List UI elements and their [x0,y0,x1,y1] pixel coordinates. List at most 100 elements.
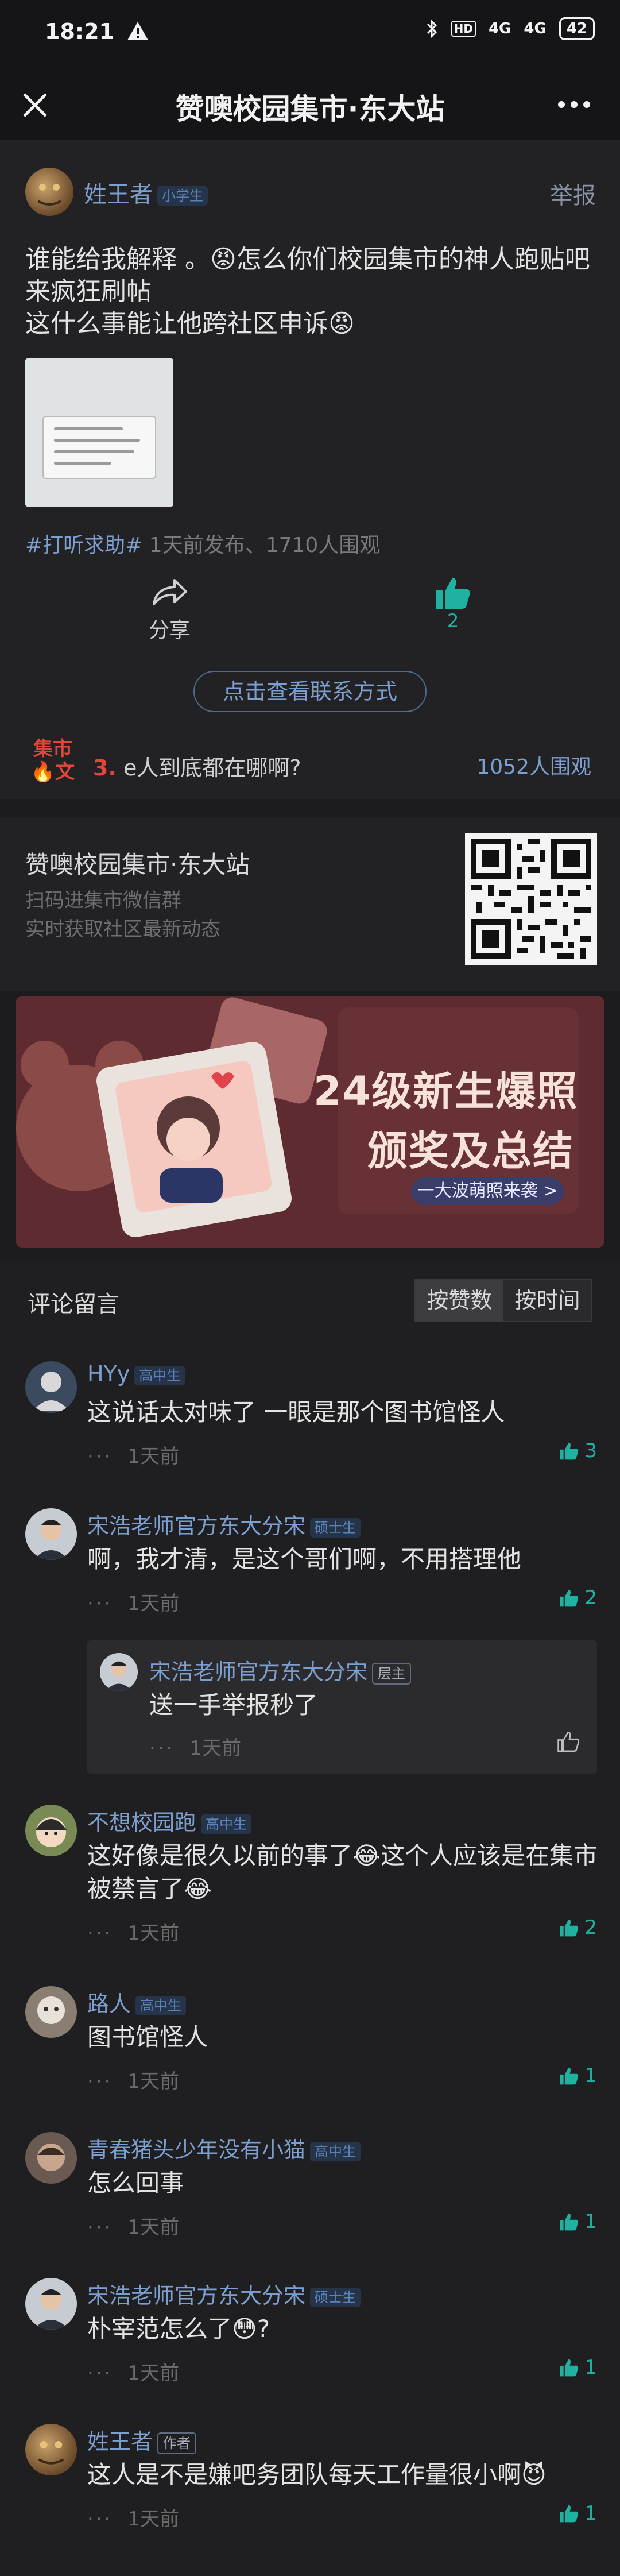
avatar[interactable] [25,1508,77,1560]
more-dots-icon[interactable]: ··· [87,2508,113,2531]
more-dots-icon[interactable]: ··· [149,1737,175,1760]
more-icon[interactable] [558,101,590,108]
comments-section: 评论留言 按赞数 按时间 HYy 高中生 这说话太对味了 一眼是那个图书馆怪人 ·… [0,1261,620,2576]
share-icon [153,579,187,605]
qr-code[interactable] [465,833,597,965]
qr-pattern [471,839,591,959]
banner-line-2: 颁奖及总结 [367,1127,574,1175]
more-dots-icon[interactable]: ··· [87,2216,113,2239]
comment-like-button[interactable]: 2 [559,1586,597,1609]
reply-time: 1天前 [189,1737,242,1760]
comment-like-button[interactable]: 1 [559,2356,597,2379]
station-sub-1: 扫码进集市微信群 [25,889,181,912]
avatar[interactable] [25,1361,77,1413]
report-button[interactable]: 举报 [550,177,596,210]
comment-like-button[interactable]: 2 [559,1916,597,1939]
hot-label-bottom: 🔥文 [30,760,75,783]
comment-like-button[interactable]: 1 [559,2064,597,2087]
thumbs-up-icon [560,2067,579,2085]
hd-icon: HD [451,21,476,37]
promo-banner[interactable]: 24级新生爆照 颁奖及总结 一大波萌照来袭 > [16,996,604,1248]
post-author[interactable]: 姓王者 小学生 [84,176,208,209]
comment-like-count: 1 [584,2064,597,2087]
more-dots-icon[interactable]: ··· [87,1592,113,1615]
share-label: 分享 [148,619,190,642]
avatar[interactable] [25,1805,77,1856]
post-tag[interactable]: #打听求助# [25,534,142,557]
post-meta: #打听求助# 1天前发布、1710人围观 [25,528,380,558]
share-button[interactable]: 分享 [144,576,195,643]
comment-time: 1天前 [127,2216,180,2239]
thumbs-up-icon [560,1589,579,1607]
signal-4g-icon: 4G [488,20,512,37]
comment-author[interactable]: 不想校园跑 高中生 [87,1805,252,1836]
hot-label-top: 集市 [33,737,72,760]
comment-author[interactable]: 姓王者 作者 [87,2424,197,2455]
avatar[interactable] [100,1653,138,1691]
comment-author[interactable]: 宋浩老师官方东大分宋 硕士生 [87,2278,361,2309]
comment-text: 这人是不是嫌吧务团队每天工作量很小啊😈 [87,2461,547,2489]
reply-author[interactable]: 宋浩老师官方东大分宋 层主 [149,1654,412,1686]
author-badge: 层主 [372,1662,412,1685]
app-root: 18:21 HD 4G 4G 42 赞噢校园集市·东大站 姓王者 小学生 举报 谁… [0,0,620,2576]
signal-4g-icon-2: 4G [524,20,547,37]
comment-text: 这说话太对味了 一眼是那个图书馆怪人 [87,1398,505,1426]
more-dots-icon[interactable]: ··· [87,2362,113,2385]
comment-like-button[interactable]: 1 [559,2502,597,2525]
comment-time: 1天前 [127,1922,180,1945]
author-name: 宋浩老师官方东大分宋 [87,1513,306,1539]
comment-like-button[interactable]: 3 [559,1439,597,1462]
status-bar: 18:21 HD 4G 4G 42 [0,0,620,69]
more-dots-icon[interactable]: ··· [87,1922,113,1945]
author-avatar[interactable] [25,168,73,216]
avatar[interactable] [25,1986,77,2038]
comment-author[interactable]: 青春猪头少年没有小猫 高中生 [87,2132,361,2164]
thumbs-up-icon [560,1919,579,1937]
author-name: 不想校园跑 [87,1810,197,1835]
comment-like-count: 2 [584,1916,597,1939]
comment-like-button[interactable]: 1 [559,2210,597,2233]
avatar[interactable] [25,2278,77,2330]
comment-author[interactable]: 路人 高中生 [87,1986,187,2018]
comment-like-count: 3 [584,1439,597,1462]
author-badge: 小学生 [157,186,208,206]
sort-by-time[interactable]: 按时间 [503,1280,591,1321]
comment-meta: ··· 1天前 [87,1440,179,1469]
image-line [54,462,111,465]
warning-icon [127,22,148,40]
avatar[interactable] [25,2132,77,2184]
author-badge: 高中生 [134,1365,185,1385]
nav-bar: 赞噢校园集市·东大站 [0,69,620,140]
more-dots-icon[interactable]: ··· [87,1445,113,1468]
hot-post-row[interactable]: 集市 🔥文 3. e人到底都在哪啊? 1052人围观 [0,732,620,789]
comment-item: 姓王者 作者 这人是不是嫌吧务团队每天工作量很小啊😈 ··· 1天前 1 [0,2424,620,2539]
comment-author[interactable]: 宋浩老师官方东大分宋 硕士生 [87,1508,361,1540]
comment-like-count: 1 [584,2210,597,2233]
reply-text: 送一手举报秒了 [149,1691,319,1719]
like-button[interactable]: 2 [427,576,479,632]
comment-meta: ··· 1天前 [87,2211,179,2239]
more-dots-icon[interactable]: ··· [87,2070,113,2093]
author-badge: 硕士生 [310,2287,361,2307]
avatar[interactable] [25,2424,77,2475]
thumbs-up-outline-icon[interactable] [557,1730,580,1753]
author-badge: 作者 [157,2432,197,2454]
post-card: 姓王者 小学生 举报 谁能给我解释 。😡怎么你们校园集市的神人跑贴吧来疯狂刷帖 这… [0,140,620,799]
comment-like-count: 1 [584,2356,597,2379]
post-image[interactable] [25,358,173,507]
comment-time: 1天前 [127,1592,180,1615]
comment-time: 1天前 [127,1445,180,1468]
image-line [54,450,134,453]
hot-views: 1052人围观 [476,755,591,779]
comment-author[interactable]: HYy 高中生 [87,1361,185,1387]
hot-label: 集市 🔥文 [29,737,77,783]
status-icons: HD 4G 4G 42 [426,17,595,40]
image-content [42,416,156,479]
author-name: 姓王者 [84,181,153,208]
sort-by-likes[interactable]: 按赞数 [416,1280,503,1321]
bluetooth-icon [427,19,437,38]
contact-button[interactable]: 点击查看联系方式 [193,671,427,712]
comment-time: 1天前 [127,2508,180,2531]
comment-text: 图书馆怪人 [87,2023,208,2051]
sort-toggle: 按赞数 按时间 [414,1279,592,1322]
